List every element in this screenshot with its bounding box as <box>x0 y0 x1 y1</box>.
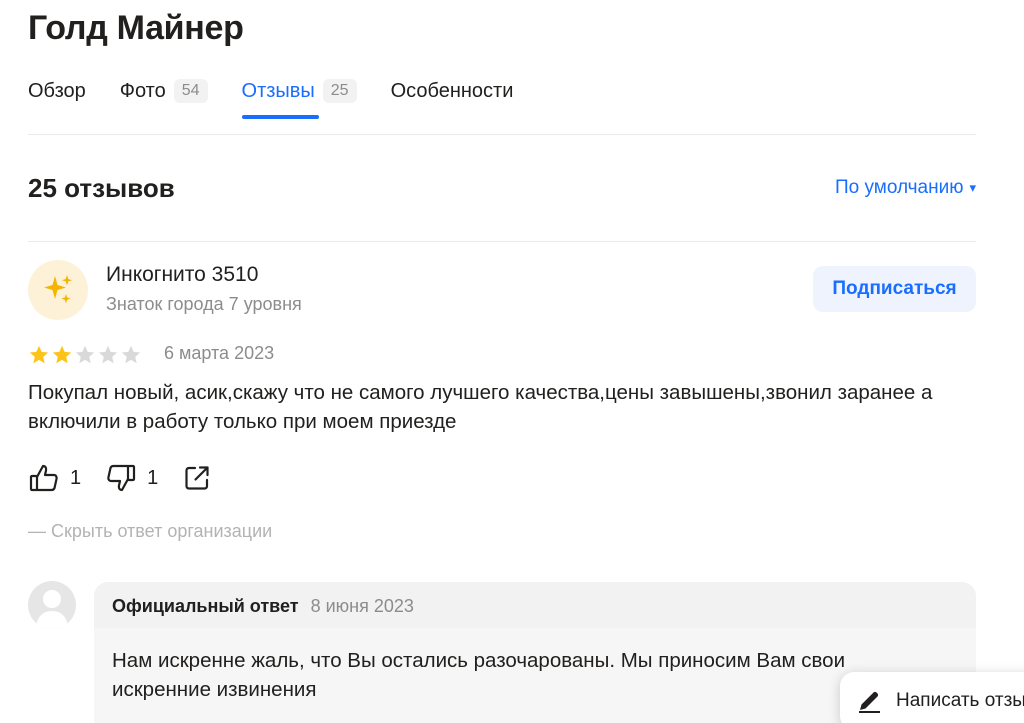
dislike-button[interactable]: 1 <box>105 462 158 494</box>
review-author-level: Знаток города 7 уровня <box>106 294 302 314</box>
star-empty-icon <box>98 345 118 364</box>
tab-label: Фото <box>119 79 166 102</box>
caret-down-icon: ▾ <box>969 180 976 195</box>
official-answer-text: Нам искренне жаль, что Вы остались разоч… <box>112 649 846 701</box>
tab-count-badge: 25 <box>322 79 357 103</box>
dislike-count: 1 <box>147 466 159 489</box>
review-date: 6 марта 2023 <box>164 343 275 363</box>
thumbs-up-icon <box>29 464 58 492</box>
official-answer-header: Официальный ответ 8 июня 2023 <box>112 596 414 617</box>
reviews-count-heading: 25 отзывов <box>28 173 175 203</box>
tab-label: Особенности <box>390 79 514 102</box>
pencil-icon <box>859 691 880 713</box>
share-icon <box>185 466 209 490</box>
tab-label: Обзор <box>28 79 86 102</box>
tab-overview[interactable]: Обзор <box>28 74 86 108</box>
thumbs-down-icon <box>107 464 136 492</box>
active-tab-indicator <box>241 115 319 119</box>
tab-label: Отзывы <box>241 79 315 102</box>
page-title: Голд Майнер <box>28 9 244 47</box>
star-empty-icon <box>121 345 141 364</box>
like-count: 1 <box>70 466 82 489</box>
tab-features[interactable]: Особенности <box>391 74 514 108</box>
tabs-divider <box>28 134 976 135</box>
review-author-name[interactable]: Инкогнито 3510 <box>106 262 258 288</box>
review-text: Покупал новый, асик,скажу что не самого … <box>28 381 933 433</box>
star-empty-icon <box>75 345 95 364</box>
rating-stars <box>28 344 143 366</box>
star-filled-icon <box>52 345 72 364</box>
sort-dropdown[interactable]: По умолчанию ▾ <box>835 177 976 199</box>
tab-photos[interactable]: Фото 54 <box>120 74 208 108</box>
share-button[interactable] <box>182 463 212 493</box>
official-answer-date: 8 июня 2023 <box>310 596 414 616</box>
official-answer-label: Официальный ответ <box>112 596 299 616</box>
organization-avatar <box>28 581 76 629</box>
user-silhouette-icon <box>36 590 68 629</box>
write-review-button[interactable]: Написать отзыв <box>840 672 1024 723</box>
star-filled-icon <box>29 345 49 364</box>
subscribe-button[interactable]: Подписаться <box>813 266 976 312</box>
organization-reviews-page: Голд Майнер Обзор Фото 54 Отзывы 25 Особ… <box>0 0 1024 723</box>
hide-org-answer-link[interactable]: — Скрыть ответ организации <box>28 521 272 542</box>
reviews-divider <box>28 241 976 242</box>
sort-label: По умолчанию <box>834 177 964 198</box>
tab-reviews[interactable]: Отзывы 25 <box>241 74 357 119</box>
like-button[interactable]: 1 <box>28 462 81 494</box>
sparkles-icon <box>44 275 72 304</box>
review-actions: 1 1 <box>28 462 236 494</box>
avatar[interactable] <box>28 260 88 320</box>
write-review-label: Написать отзыв <box>896 690 1024 711</box>
tab-count-badge: 54 <box>173 79 208 103</box>
tab-bar: Обзор Фото 54 Отзывы 25 Особенности <box>28 74 547 120</box>
